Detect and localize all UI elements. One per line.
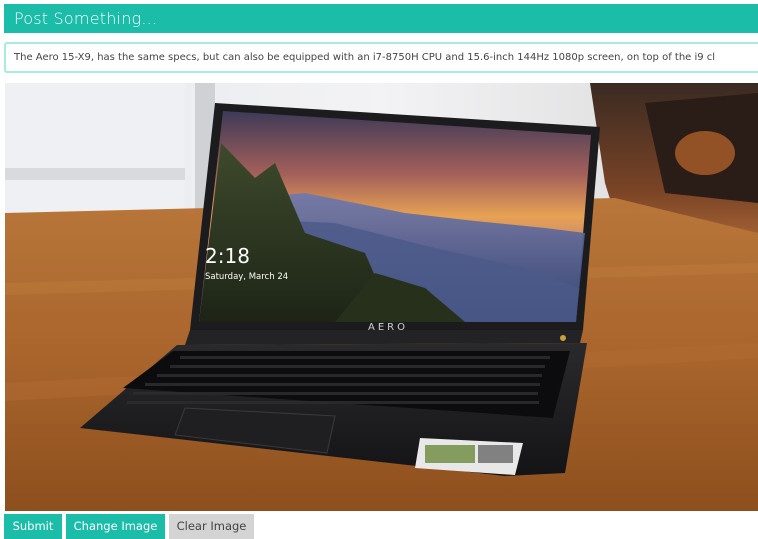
page-header: Post Something... <box>4 4 758 33</box>
submit-button[interactable]: Submit <box>4 514 62 539</box>
clear-image-button[interactable]: Clear Image <box>169 514 254 539</box>
change-image-button[interactable]: Change Image <box>66 514 165 539</box>
screen-time: 2:18 <box>205 244 250 268</box>
post-image: 2:18 Saturday, March 24 AERO <box>5 83 758 511</box>
laptop-photo: 2:18 Saturday, March 24 AERO <box>5 83 758 511</box>
post-text-input[interactable] <box>4 42 758 73</box>
screen-date: Saturday, March 24 <box>205 272 288 282</box>
page-title: Post Something... <box>14 9 158 28</box>
brand-logo-text: AERO <box>368 322 408 333</box>
